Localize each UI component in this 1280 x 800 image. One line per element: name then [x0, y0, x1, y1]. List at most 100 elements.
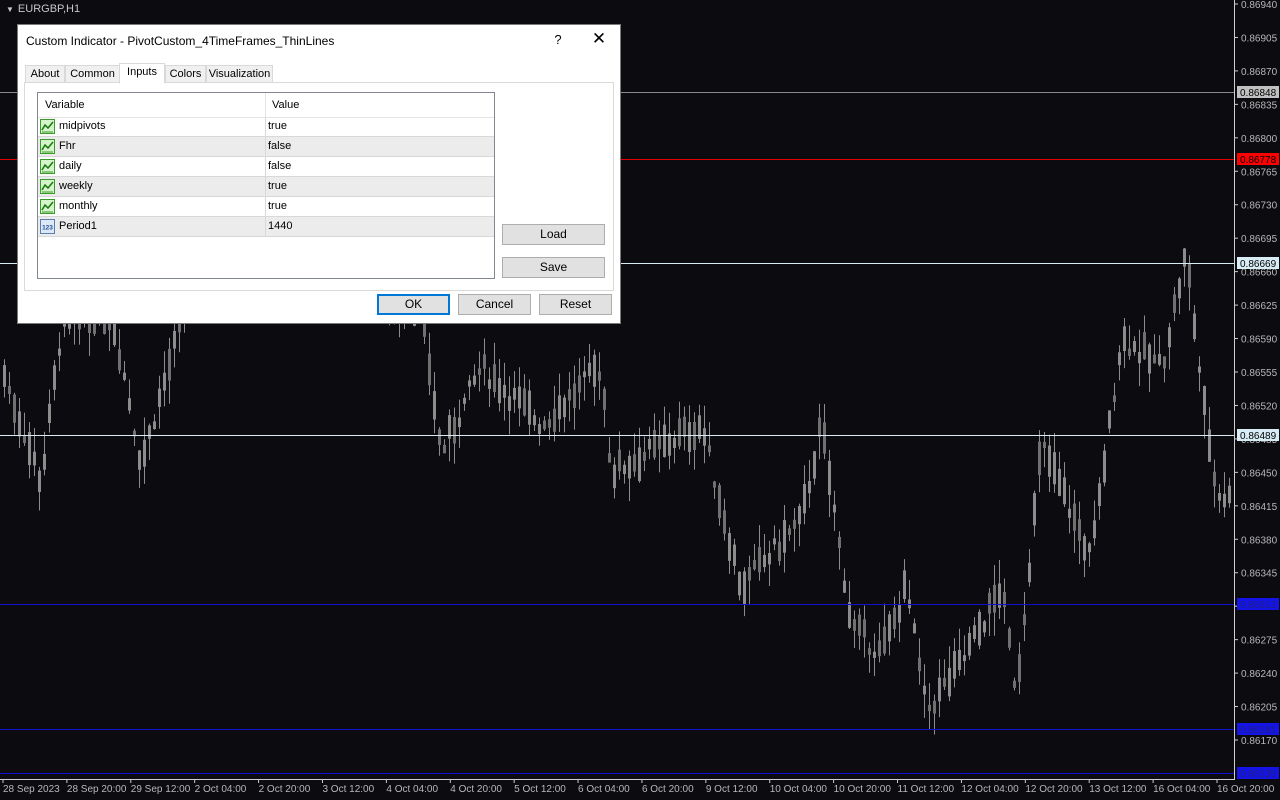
input-row[interactable]: monthly true — [38, 197, 494, 217]
input-row[interactable]: 123 Period1 1440 — [38, 217, 494, 237]
candle-body — [433, 391, 436, 420]
variable-value[interactable]: 1440 — [268, 220, 292, 232]
candle-body — [633, 454, 636, 472]
time-tick-label: 29 Sep 12:00 — [131, 784, 191, 795]
candle-body — [53, 365, 56, 390]
time-axis: 28 Sep 2023 28 Sep 20:00 29 Sep 12:00 2 Oct… — [0, 779, 1280, 800]
dropdown-arrow-icon[interactable]: ▼ — [6, 5, 14, 14]
dialog-title: Custom Indicator - PivotCustom_4TimeFram… — [26, 34, 335, 48]
candle-body — [783, 520, 786, 553]
price-tick-label: 0.86730 — [1241, 201, 1278, 212]
close-icon[interactable]: ✕ — [588, 29, 610, 49]
variable-value[interactable]: true — [268, 180, 287, 192]
candle-body — [818, 417, 821, 437]
input-row[interactable]: Fhr false — [38, 137, 494, 157]
price-tick-label: 0.86415 — [1241, 502, 1278, 513]
tab-about[interactable]: About — [25, 65, 65, 83]
candle-body — [533, 415, 536, 426]
candle-body — [58, 348, 61, 356]
inputs-grid: Variable Value midpivots true Fhr false dail… — [37, 92, 495, 279]
candle-body — [1078, 519, 1081, 541]
candle-body — [443, 444, 446, 454]
candle-body — [1108, 410, 1111, 429]
input-row[interactable]: midpivots true — [38, 117, 494, 137]
candle-body — [708, 445, 711, 453]
candle-body — [773, 538, 776, 545]
candle-body — [538, 424, 541, 435]
candle-body — [138, 450, 141, 470]
price-tick-label: 0.86450 — [1241, 468, 1278, 479]
candle-body — [1228, 485, 1231, 504]
variable-value[interactable]: true — [268, 200, 287, 212]
candle-body — [798, 506, 801, 525]
time-tick-label: 4 Oct 20:00 — [450, 784, 502, 795]
variable-value[interactable]: false — [268, 160, 291, 172]
time-tick-label: 13 Oct 12:00 — [1089, 784, 1147, 795]
candle-body — [1088, 543, 1091, 553]
candle-body — [913, 623, 916, 634]
candle-body — [623, 464, 626, 475]
candle-body — [808, 480, 811, 494]
price-tick-label: 0.86940 — [1241, 0, 1278, 11]
candle-body — [1048, 445, 1051, 477]
candle-body — [1213, 471, 1216, 487]
candle-body — [653, 429, 656, 458]
candle-body — [933, 700, 936, 714]
candle-body — [528, 390, 531, 425]
candle-body — [553, 408, 556, 432]
tab-common[interactable]: Common — [65, 65, 120, 83]
candle-body — [853, 619, 856, 631]
candle-body — [993, 584, 996, 613]
input-row[interactable]: weekly true — [38, 177, 494, 197]
input-row[interactable]: daily false — [38, 157, 494, 177]
candle-body — [1063, 477, 1066, 505]
cancel-button[interactable]: Cancel — [458, 294, 531, 315]
variable-value[interactable]: true — [268, 120, 287, 132]
candle-body — [128, 398, 131, 411]
candle-body — [663, 424, 666, 458]
bool-icon — [40, 119, 55, 134]
candle-body — [1068, 508, 1071, 518]
candle-body — [1178, 278, 1181, 299]
time-tick-label: 6 Oct 04:00 — [578, 784, 630, 795]
svg-text:123: 123 — [42, 225, 53, 232]
price-tag-label: 0.86489 — [1240, 431, 1277, 442]
candle-body — [1038, 441, 1041, 476]
ok-button[interactable]: OK — [377, 294, 450, 315]
variable-value[interactable]: false — [268, 140, 291, 152]
candle-body — [518, 386, 521, 409]
candle-body — [1198, 366, 1201, 373]
load-button[interactable]: Load — [502, 224, 605, 245]
reset-button[interactable]: Reset — [539, 294, 612, 315]
time-tick-label: 28 Sep 2023 — [3, 784, 60, 795]
column-value[interactable]: Value — [272, 99, 299, 111]
candle-body — [813, 451, 816, 479]
candle-body — [143, 439, 146, 467]
candle-body — [583, 371, 586, 378]
symbol-label: ▼ EURGBP,H1 — [6, 3, 80, 15]
tab-visualization[interactable]: Visualization — [206, 65, 273, 83]
column-variable[interactable]: Variable — [45, 99, 85, 111]
candle-body — [1028, 562, 1031, 583]
save-button[interactable]: Save — [502, 257, 605, 278]
candle-body — [438, 429, 441, 445]
tab-inputs[interactable]: Inputs — [119, 63, 165, 84]
candle-body — [43, 453, 46, 470]
price-tick-label: 0.86625 — [1241, 301, 1278, 312]
candle-body — [478, 368, 481, 375]
time-tick-label: 10 Oct 20:00 — [834, 784, 892, 795]
candle-body — [473, 375, 476, 385]
candle-body — [918, 657, 921, 672]
candle-body — [958, 649, 961, 670]
candle-body — [578, 375, 581, 393]
candle-body — [908, 599, 911, 609]
time-tick-label: 16 Oct 20:00 — [1217, 784, 1275, 795]
candle-body — [613, 464, 616, 489]
candle-body — [898, 604, 901, 623]
help-button[interactable]: ? — [550, 32, 566, 47]
candle-body — [758, 547, 761, 573]
tab-colors[interactable]: Colors — [165, 65, 206, 83]
price-tick-label: 0.86345 — [1241, 569, 1278, 580]
candle-body — [983, 621, 986, 633]
integer-icon: 123 — [40, 219, 55, 234]
